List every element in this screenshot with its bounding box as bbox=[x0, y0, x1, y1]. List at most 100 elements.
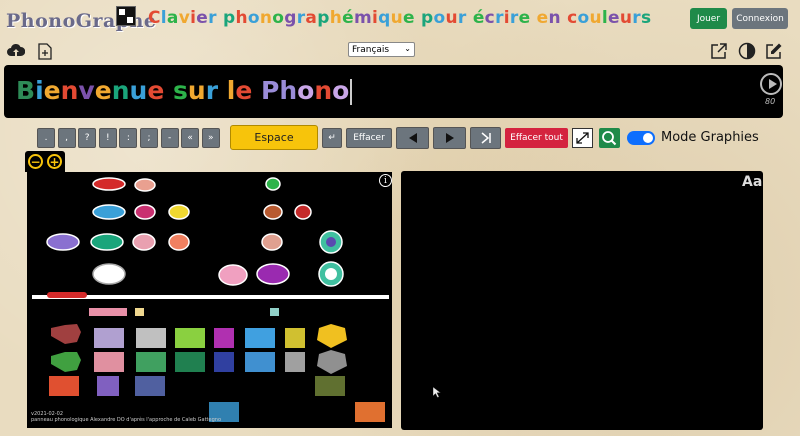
credit-line: panneau phonologique Alexandre DO d'aprè… bbox=[31, 417, 221, 423]
expand-button[interactable] bbox=[572, 128, 593, 148]
title-letter: m bbox=[353, 8, 372, 28]
login-button[interactable]: Connexion bbox=[732, 8, 788, 29]
punctuation-key[interactable]: ! bbox=[98, 128, 117, 148]
graphies-mode-label: Mode Graphies bbox=[661, 130, 759, 145]
space-button[interactable]: Espace bbox=[230, 125, 318, 150]
text-letter bbox=[252, 76, 261, 105]
mouse-cursor-icon bbox=[433, 387, 441, 398]
title-letter: p bbox=[421, 8, 434, 28]
app-header: PhonoGraphe Clavier phonographémique pou… bbox=[0, 0, 800, 38]
text-letter: e bbox=[43, 76, 61, 105]
graphies-panel[interactable] bbox=[401, 171, 763, 430]
text-letter: o bbox=[332, 76, 350, 105]
title-letter: r bbox=[495, 8, 504, 28]
arrow-right-button[interactable] bbox=[433, 127, 466, 149]
title-letter: e bbox=[518, 8, 531, 28]
title-letter: u bbox=[390, 8, 403, 28]
language-select[interactable]: Français ⌄ bbox=[348, 42, 415, 57]
text-letter: P bbox=[261, 76, 280, 105]
info-icon[interactable]: i bbox=[379, 174, 392, 187]
text-letter: n bbox=[60, 76, 79, 105]
title-letter: e bbox=[402, 8, 415, 28]
text-cursor bbox=[350, 79, 353, 105]
end-button[interactable] bbox=[470, 127, 501, 149]
zoom-out-icon[interactable]: − bbox=[28, 154, 43, 169]
title-letter: h bbox=[329, 8, 343, 28]
external-link-icon[interactable] bbox=[710, 42, 728, 60]
erase-button[interactable]: Effacer bbox=[346, 128, 392, 148]
punctuation-key[interactable]: : bbox=[119, 128, 138, 148]
text-letter: h bbox=[279, 76, 298, 105]
text-letter: s bbox=[173, 76, 188, 105]
title-letter: o bbox=[577, 8, 590, 28]
text-letter bbox=[164, 76, 173, 105]
text-letter: u bbox=[129, 76, 148, 105]
enter-button[interactable]: ↵ bbox=[322, 128, 342, 148]
vowel-mouths bbox=[46, 177, 344, 287]
punctuation-key[interactable]: » bbox=[201, 128, 220, 148]
zoom-in-icon[interactable]: + bbox=[47, 154, 62, 169]
app-logo[interactable]: PhonoGraphe bbox=[4, 4, 156, 34]
title-letter: r bbox=[457, 8, 467, 28]
font-toggle-button[interactable]: Aa bbox=[742, 174, 762, 190]
title-letter: g bbox=[284, 8, 297, 28]
title-letter: u bbox=[445, 8, 458, 28]
cloud-upload-icon[interactable] bbox=[7, 42, 25, 60]
title-letter: é bbox=[342, 8, 354, 28]
erase-all-button[interactable]: Effacer tout bbox=[505, 128, 568, 148]
punctuation-key[interactable]: , bbox=[57, 128, 76, 148]
consonant-grid bbox=[49, 324, 385, 422]
title-letter: v bbox=[178, 8, 191, 28]
play-button[interactable]: Jouer bbox=[690, 8, 727, 29]
new-file-icon[interactable] bbox=[36, 42, 54, 60]
title-letter: c bbox=[484, 8, 496, 28]
text-letter: i bbox=[35, 76, 44, 105]
title-letter: e bbox=[536, 8, 549, 28]
arrow-right-icon bbox=[445, 133, 454, 143]
title-letter: a bbox=[305, 8, 318, 28]
title-letter: n bbox=[548, 8, 561, 28]
title-letter: a bbox=[166, 8, 179, 28]
contrast-icon[interactable] bbox=[738, 42, 756, 60]
punctuation-key[interactable]: « bbox=[181, 128, 200, 148]
title-letter: p bbox=[222, 8, 236, 28]
text-letter: e bbox=[94, 76, 112, 105]
text-letter: e bbox=[235, 76, 253, 105]
punctuation-key[interactable]: ? bbox=[78, 128, 97, 148]
play-audio-icon[interactable] bbox=[760, 73, 782, 95]
text-letter: u bbox=[187, 76, 206, 105]
arrow-left-button[interactable] bbox=[396, 127, 429, 149]
title-letter: c bbox=[567, 8, 578, 28]
speed-value: 80 bbox=[765, 97, 776, 106]
title-letter: r bbox=[632, 8, 641, 28]
logo-flag-icon bbox=[116, 6, 136, 26]
punctuation-key[interactable]: . bbox=[37, 128, 55, 148]
search-icon bbox=[602, 131, 617, 146]
title-letter: h bbox=[235, 8, 248, 28]
title-letter: é bbox=[472, 8, 485, 28]
title-letter: e bbox=[196, 8, 209, 28]
title-letter: u bbox=[589, 8, 602, 28]
punctuation-key[interactable]: ; bbox=[140, 128, 158, 148]
text-letter: v bbox=[78, 76, 95, 105]
edit-icon[interactable] bbox=[765, 42, 783, 60]
title-letter: n bbox=[259, 8, 273, 28]
title-letter: u bbox=[619, 8, 633, 28]
chevron-down-icon: ⌄ bbox=[404, 44, 411, 53]
expand-icon bbox=[576, 132, 589, 144]
graphies-mode-toggle[interactable] bbox=[627, 131, 655, 145]
text-letter: r bbox=[205, 76, 219, 105]
phoneme-board-graphic bbox=[32, 177, 389, 422]
text-display[interactable]: Bienvenue sur le Phono bbox=[4, 65, 783, 118]
search-button[interactable] bbox=[599, 128, 620, 148]
page-title: Clavier phonographémique pour écrire en … bbox=[148, 8, 651, 28]
text-letter: o bbox=[297, 76, 315, 105]
title-letter: r bbox=[509, 8, 519, 28]
title-letter: s bbox=[640, 8, 652, 28]
arrow-left-icon bbox=[408, 133, 417, 143]
skip-end-icon bbox=[481, 132, 491, 144]
title-letter: o bbox=[272, 8, 285, 28]
punctuation-key[interactable]: - bbox=[160, 128, 179, 148]
text-letter: e bbox=[147, 76, 165, 105]
text-content: Bienvenue sur le Phono bbox=[16, 76, 353, 105]
